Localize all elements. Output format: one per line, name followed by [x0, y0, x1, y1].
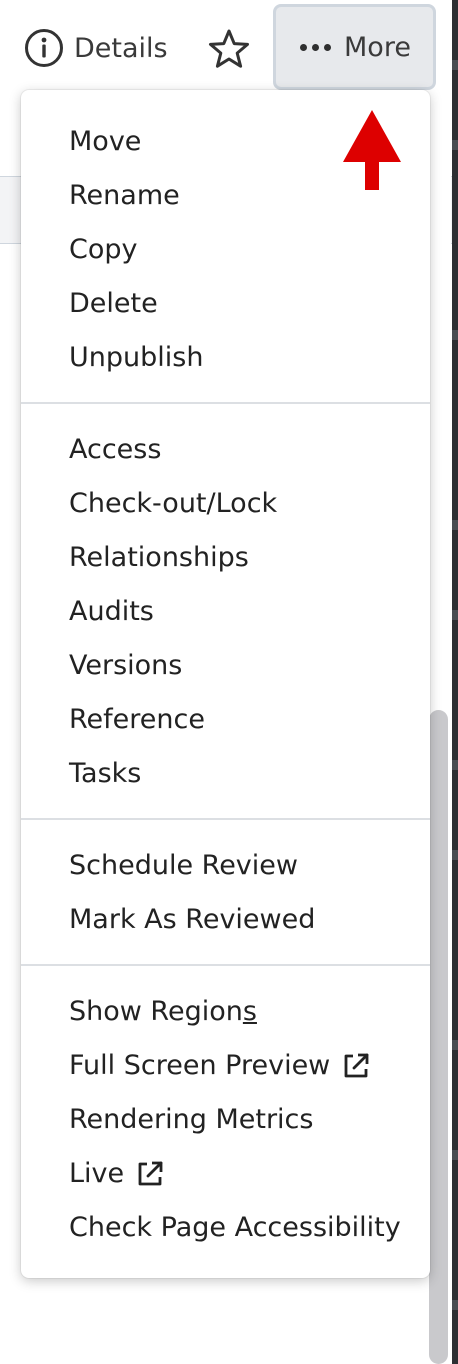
show-regions-accesskey: s	[242, 996, 257, 1027]
red-arrow-icon	[343, 110, 401, 190]
external-link-icon	[341, 1051, 371, 1081]
menu-item-rename[interactable]: Rename	[69, 172, 180, 220]
details-button[interactable]: Details	[24, 28, 168, 68]
menu-separator	[21, 402, 430, 404]
menu-item-unpublish[interactable]: Unpublish	[69, 334, 203, 382]
menu-separator	[21, 818, 430, 820]
more-dropdown-menu: Move Rename Copy Delete Unpublish Access…	[21, 90, 430, 1278]
menu-item-versions[interactable]: Versions	[69, 642, 182, 690]
full-screen-preview-label: Full Screen Preview	[69, 1050, 331, 1081]
menu-separator	[21, 964, 430, 966]
details-label: Details	[74, 32, 168, 64]
star-outline-icon	[208, 28, 250, 70]
menu-item-copy[interactable]: Copy	[69, 226, 138, 274]
live-label: Live	[69, 1158, 125, 1189]
menu-item-audits[interactable]: Audits	[69, 588, 154, 636]
menu-item-access[interactable]: Access	[69, 426, 161, 474]
external-link-icon	[135, 1159, 165, 1189]
menu-item-delete[interactable]: Delete	[69, 280, 158, 328]
menu-item-live[interactable]: Live	[69, 1150, 165, 1198]
menu-item-rendering-metrics[interactable]: Rendering Metrics	[69, 1096, 313, 1144]
menu-item-show-regions[interactable]: Show Region s	[69, 988, 257, 1036]
menu-item-mark-as-reviewed[interactable]: Mark As Reviewed	[69, 896, 315, 944]
menu-item-check-out-lock[interactable]: Check-out/Lock	[69, 480, 277, 528]
more-button[interactable]: More	[273, 4, 436, 90]
scrollbar-thumb[interactable]	[429, 710, 448, 1364]
show-regions-label: Show Region	[69, 996, 243, 1027]
menu-item-relationships[interactable]: Relationships	[69, 534, 249, 582]
menu-item-move[interactable]: Move	[69, 118, 141, 166]
menu-item-schedule-review[interactable]: Schedule Review	[69, 842, 298, 890]
menu-item-tasks[interactable]: Tasks	[69, 750, 141, 798]
menu-item-check-page-accessibility[interactable]: Check Page Accessibility	[69, 1204, 401, 1252]
background-page-edge	[452, 0, 458, 1364]
info-circle-icon	[24, 28, 64, 68]
ellipsis-horizontal-icon	[300, 43, 331, 51]
favorite-button[interactable]	[208, 28, 250, 70]
menu-item-full-screen-preview[interactable]: Full Screen Preview	[69, 1042, 371, 1090]
menu-item-reference[interactable]: Reference	[69, 696, 205, 744]
more-label: More	[344, 31, 411, 63]
toolbar: Details More	[0, 0, 452, 92]
